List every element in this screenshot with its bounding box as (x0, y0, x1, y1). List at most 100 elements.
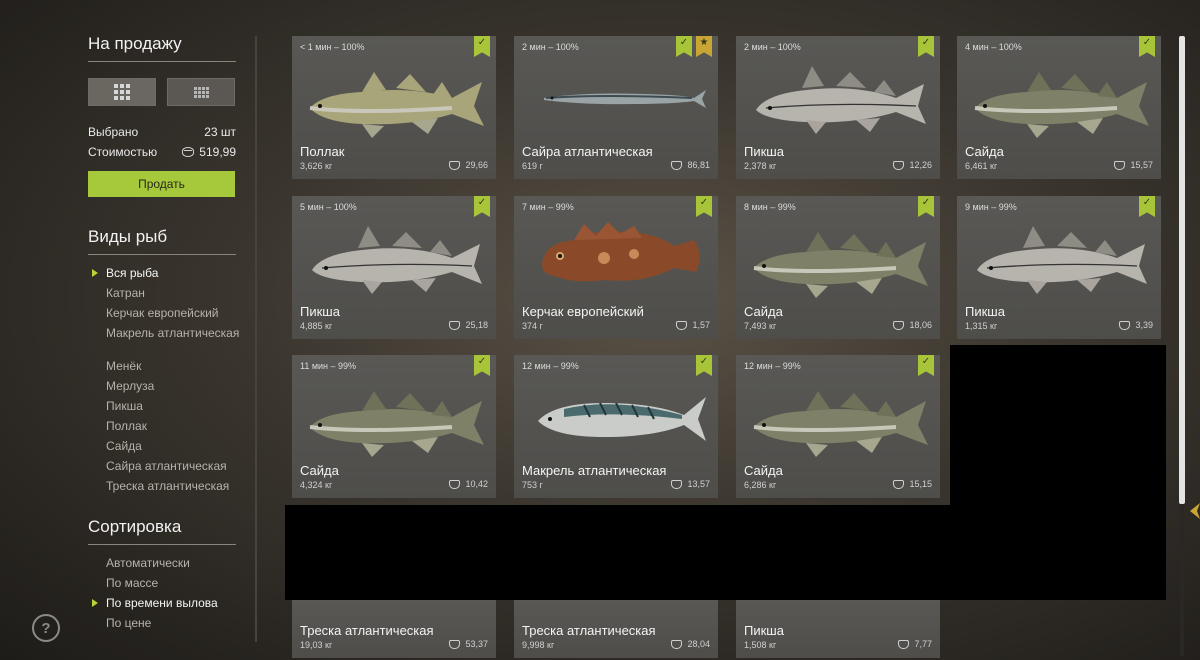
fish-card[interactable]: Треска атлантическая 19,03 кг 53,37 (292, 600, 496, 658)
sort-item-label: По времени вылова (106, 596, 218, 610)
fish-price-value: 53,37 (465, 639, 488, 649)
fish-card[interactable]: 11 мин – 99% ✓ Сайда 4,324 кг 10,42 (292, 355, 496, 498)
species-item[interactable]: Макрель атлантическая (106, 327, 246, 340)
sort-item[interactable]: По цене (106, 617, 246, 630)
species-item[interactable]: Треска атлантическая (106, 480, 246, 493)
grid-large-icon (114, 84, 130, 100)
selected-bullet-icon (92, 269, 98, 277)
help-button[interactable]: ? (32, 614, 60, 642)
fish-image (302, 218, 486, 302)
fish-name: Макрель атлантическая (522, 463, 667, 478)
fish-name: Пикша (300, 304, 340, 319)
fish-name: Сайда (300, 463, 339, 478)
species-item[interactable]: Вся рыба (92, 266, 246, 280)
fish-image (524, 58, 708, 142)
fish-name: Керчак европейский (522, 304, 644, 319)
catch-time: 2 мин – 100% (522, 42, 579, 52)
price-icon (671, 639, 683, 649)
fish-name: Треска атлантическая (300, 623, 434, 638)
catch-time: 12 мин – 99% (744, 361, 801, 371)
catch-time: < 1 мин – 100% (300, 42, 365, 52)
fish-name: Сайда (744, 304, 783, 319)
species-item[interactable]: Мерлуза (106, 380, 246, 393)
fish-weight: 1,508 кг (744, 640, 777, 650)
redaction-block (285, 505, 1166, 600)
check-badge-icon: ✓ (1139, 196, 1155, 217)
catch-time: 9 мин – 99% (965, 202, 1017, 212)
divider (88, 544, 236, 545)
fish-price: 15,57 (1114, 160, 1153, 170)
sort-item[interactable]: По массе (106, 577, 246, 590)
species-item[interactable]: Керчак европейский (106, 307, 246, 320)
sale-title: На продажу (88, 34, 182, 53)
species-item[interactable]: Пикша (106, 400, 246, 413)
fish-card[interactable]: 12 мин – 99% ✓ Сайда 6,286 кг 15,15 (736, 355, 940, 498)
divider (88, 254, 236, 255)
fish-tail-icon (1190, 503, 1200, 519)
fish-weight: 6,461 кг (965, 161, 998, 171)
redaction-block (950, 345, 1166, 507)
fish-card[interactable]: < 1 мин – 100% ✓ Поллак 3,626 кг 29,66 (292, 36, 496, 179)
fish-weight: 4,885 кг (300, 321, 333, 331)
sort-item[interactable]: Автоматически (106, 557, 246, 570)
species-item-label: Вся рыба (106, 266, 159, 280)
fish-price: 13,57 (671, 479, 710, 489)
fish-weight: 9,998 кг (522, 640, 555, 650)
catch-time: 7 мин – 99% (522, 202, 574, 212)
cost-value-wrap: 519,99 (182, 145, 236, 159)
fish-price: 86,81 (671, 160, 710, 170)
species-item-label: Макрель атлантическая (106, 326, 240, 340)
sort-item[interactable]: По времени вылова (92, 596, 246, 610)
fish-price-value: 86,81 (687, 160, 710, 170)
fish-card[interactable]: 5 мин – 100% ✓ Пикша 4,885 кг 25,18 (292, 196, 496, 339)
fish-price-value: 13,57 (687, 479, 710, 489)
fish-price: 12,26 (893, 160, 932, 170)
species-item[interactable]: Сайра атлантическая (106, 460, 246, 473)
fish-card[interactable]: 2 мин – 100% ✓ ★ Сайра атлантическая 619 г 86… (514, 36, 718, 179)
cost-row: Стоимостью 519,99 (88, 145, 236, 159)
fish-name: Пикша (965, 304, 1005, 319)
fish-card[interactable]: 2 мин – 100% ✓ Пикша 2,378 кг 12,26 (736, 36, 940, 179)
small-grid-view-button[interactable] (167, 78, 235, 106)
fish-price-value: 3,39 (1135, 320, 1153, 330)
check-badge-icon: ✓ (474, 36, 490, 57)
star-badge-icon: ★ (696, 36, 712, 57)
check-badge-icon: ✓ (474, 355, 490, 376)
scrollbar-thumb[interactable] (1179, 36, 1185, 504)
price-icon (898, 639, 910, 649)
fish-card[interactable]: 8 мин – 99% ✓ Сайда 7,493 кг 18,06 (736, 196, 940, 339)
selected-row: Выбрано 23 шт (88, 125, 236, 139)
fish-card[interactable]: Треска атлантическая 9,998 кг 28,04 (514, 600, 718, 658)
fish-price: 18,06 (893, 320, 932, 330)
sort-item-label: Автоматически (106, 556, 190, 570)
fish-card[interactable]: 9 мин – 99% ✓ Пикша 1,315 кг 3,39 (957, 196, 1161, 339)
species-item-label: Пикша (106, 399, 143, 413)
price-icon (893, 320, 905, 330)
check-badge-icon: ✓ (696, 196, 712, 217)
fish-name: Сайда (965, 144, 1004, 159)
fish-card[interactable]: 4 мин – 100% ✓ Сайда 6,461 кг 15,57 (957, 36, 1161, 179)
fish-card[interactable]: 12 мин – 99% ✓ Макрель атлантическая 753 г 1… (514, 355, 718, 498)
fish-card[interactable]: 7 мин – 99% ✓ Керчак европейский 374 г 1,57 (514, 196, 718, 339)
species-item[interactable]: Сайда (106, 440, 246, 453)
fish-price: 7,77 (898, 639, 932, 649)
species-item[interactable]: Поллак (106, 420, 246, 433)
large-grid-view-button[interactable] (88, 78, 156, 106)
species-title: Виды рыб (88, 227, 168, 246)
sort-item-label: По массе (106, 576, 159, 590)
species-item-label: Сайра атлантическая (106, 459, 227, 473)
coin-icon (182, 147, 195, 157)
fish-card[interactable]: Пикша 1,508 кг 7,77 (736, 600, 940, 658)
fish-price-value: 28,04 (687, 639, 710, 649)
species-item[interactable]: Менёк (106, 360, 246, 373)
species-item[interactable]: Катран (106, 287, 246, 300)
fish-weight: 4,324 кг (300, 480, 333, 490)
check-badge-icon: ✓ (474, 196, 490, 217)
catch-time: 8 мин – 99% (744, 202, 796, 212)
species-item-label: Катран (106, 286, 145, 300)
fish-price-value: 15,15 (909, 479, 932, 489)
price-icon (671, 160, 683, 170)
fish-price-value: 10,42 (465, 479, 488, 489)
sell-button[interactable]: Продать (88, 171, 235, 197)
fish-price-value: 7,77 (914, 639, 932, 649)
